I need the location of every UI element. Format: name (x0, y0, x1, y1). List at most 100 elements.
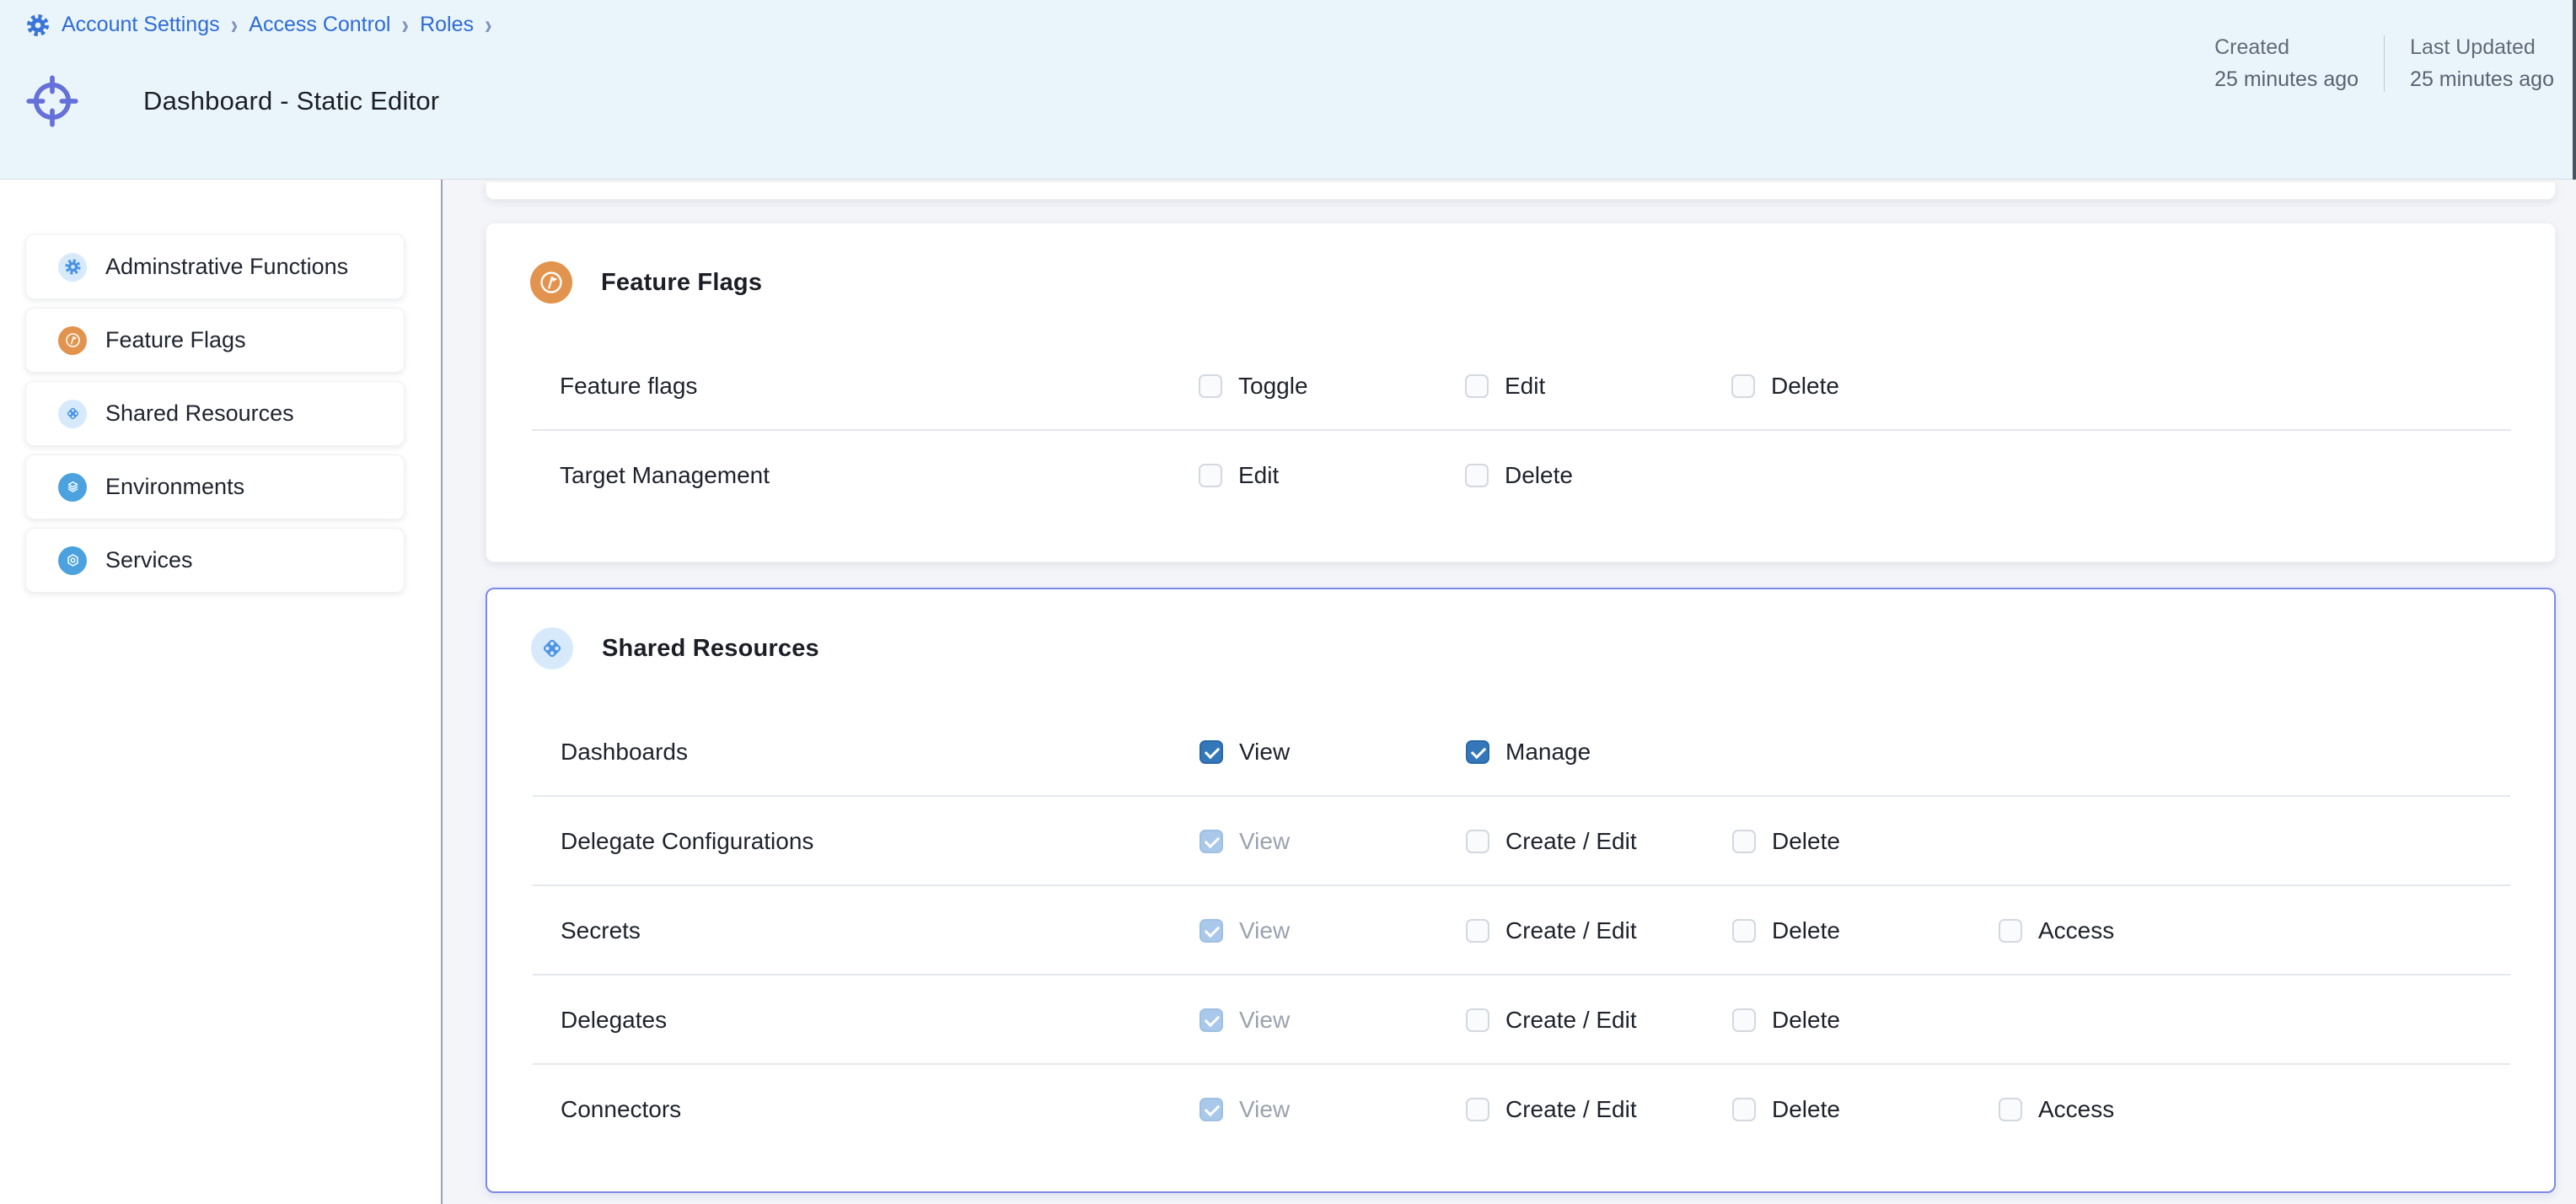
title-row: Dashboard - Static Editor (24, 67, 439, 135)
checkbox-delete[interactable] (1732, 919, 1756, 943)
scrollbar-thumb[interactable] (2573, 0, 2576, 180)
permission-options: Toggle Edit Delete (1199, 373, 1998, 400)
checkbox-label: Create / Edit (1505, 1096, 1637, 1123)
permission-view: View (1199, 917, 1466, 944)
sidebar-item-environments[interactable]: Environments (25, 454, 405, 519)
permission-row-connectors: Connectors View Create / Edit Delete Access (487, 1065, 2554, 1154)
checkbox-delete[interactable] (1732, 1098, 1756, 1121)
permission-view: View (1199, 828, 1466, 855)
sidebar-item-shared-resources[interactable]: Shared Resources (25, 381, 405, 446)
permission-access: Access (1999, 1096, 2265, 1123)
checkbox-label: Delete (1771, 373, 1839, 400)
permission-options: ViewCreate / EditDeleteAccess (1199, 917, 2265, 944)
shared-resources-icon (58, 400, 87, 428)
permission-options: Edit Delete (1199, 462, 1731, 489)
checkbox-edit[interactable] (1465, 374, 1489, 398)
sidebar-item-label: Adminstrative Functions (105, 254, 348, 280)
checkbox-create-edit[interactable] (1466, 1098, 1489, 1121)
permission-delete: Delete (1465, 462, 1731, 489)
breadcrumb-link-access-control[interactable]: Access Control (249, 13, 390, 37)
permission-edit: Edit (1465, 373, 1731, 400)
gear-icon (25, 13, 51, 38)
section-card-shared-resources: Shared Resources DashboardsViewManageDel… (486, 588, 2556, 1193)
permission-edit: Edit (1199, 462, 1465, 489)
section-header: Feature Flags (486, 223, 2555, 341)
checkbox-create-edit[interactable] (1466, 919, 1489, 943)
checkbox-manage[interactable] (1466, 740, 1489, 764)
page-title: Dashboard - Static Editor (143, 86, 439, 116)
permission-create-edit: Create / Edit (1466, 1007, 1732, 1034)
checkbox-label: Delete (1772, 1096, 1840, 1123)
chevron-right-icon: › (401, 8, 409, 41)
checkbox-label: Access (2038, 1096, 2114, 1123)
created-label: Created (2214, 35, 2359, 60)
checkbox-view (1199, 1098, 1223, 1121)
main-content: Feature Flags Feature flagsToggleEditDel… (443, 180, 2576, 1204)
checkbox-delete[interactable] (1465, 464, 1489, 487)
permission-row-secrets: SecretsViewCreate / EditDeleteAccess (487, 886, 2554, 976)
sidebar: Adminstrative Functions Feature Flags Shar… (0, 180, 443, 1204)
permission-view: View (1199, 1096, 1466, 1123)
checkbox-label: Delete (1772, 1007, 1840, 1034)
checkbox-delete[interactable] (1732, 1008, 1756, 1032)
checkbox-create-edit[interactable] (1466, 1008, 1489, 1032)
checkbox-view (1199, 919, 1223, 943)
breadcrumb-link-account-settings[interactable]: Account Settings (62, 13, 220, 37)
checkbox-access[interactable] (1999, 919, 2022, 943)
checkbox-label: View (1239, 739, 1290, 766)
checkbox-label: Create / Edit (1505, 917, 1637, 944)
sidebar-item-label: Shared Resources (105, 400, 294, 427)
permission-row-delegates: Delegates View Create / Edit Delete (487, 976, 2554, 1065)
crosshair-icon (24, 73, 81, 130)
checkbox-delete[interactable] (1732, 830, 1756, 853)
meta-divider (2384, 35, 2385, 92)
section-title: Shared Resources (602, 635, 819, 663)
permission-options: View Create / Edit Delete (1199, 1007, 1999, 1034)
flag-icon (530, 261, 572, 304)
permission-delete: Delete (1732, 828, 1999, 855)
sidebar-item-services[interactable]: Services (25, 528, 405, 593)
breadcrumb-link-roles[interactable]: Roles (420, 13, 474, 37)
permission-toggle: Toggle (1199, 373, 1465, 400)
checkbox-label: View (1239, 1007, 1290, 1034)
checkbox-view[interactable] (1199, 740, 1223, 764)
section-title: Feature Flags (601, 269, 762, 297)
created-value: 25 minutes ago (2214, 67, 2359, 92)
checkbox-view (1199, 830, 1223, 853)
sidebar-item-label: Services (105, 547, 193, 573)
permission-access: Access (1999, 917, 2265, 944)
checkbox-label: Edit (1505, 373, 1545, 400)
resource-label: Target Management (560, 462, 1199, 489)
checkbox-delete[interactable] (1731, 374, 1755, 398)
permission-row-feature-flags: Feature flagsToggleEditDelete (486, 341, 2555, 431)
resource-label: Secrets (561, 917, 1199, 944)
permission-options: View Create / Edit Delete Access (1199, 1096, 2265, 1123)
permission-row-target-management: Target Management Edit Delete (486, 431, 2555, 520)
resource-label: Delegates (561, 1007, 1199, 1034)
permission-view: View (1199, 1007, 1466, 1034)
resource-label: Connectors (561, 1096, 1199, 1123)
sidebar-item-adminstrative-functions[interactable]: Adminstrative Functions (25, 234, 405, 299)
checkbox-label: Toggle (1238, 373, 1308, 400)
chevron-right-icon: › (485, 8, 492, 41)
checkbox-label: Create / Edit (1505, 828, 1637, 855)
section-header: Shared Resources (487, 589, 2554, 707)
checkbox-access[interactable] (1999, 1098, 2022, 1121)
permission-delete: Delete (1731, 373, 1998, 400)
header: Account Settings › Access Control › Role… (0, 0, 2576, 180)
sidebar-item-feature-flags[interactable]: Feature Flags (25, 308, 405, 373)
resource-label: Delegate Configurations (561, 828, 1199, 855)
permission-create-edit: Create / Edit (1466, 828, 1732, 855)
gear-icon (58, 253, 87, 282)
sidebar-item-label: Feature Flags (105, 327, 246, 353)
chevron-right-icon: › (231, 8, 239, 41)
checkbox-label: Delete (1772, 828, 1840, 855)
checkbox-label: Edit (1238, 462, 1279, 489)
permission-options: ViewManage (1199, 739, 1732, 766)
checkbox-edit[interactable] (1199, 464, 1222, 487)
permission-create-edit: Create / Edit (1466, 917, 1732, 944)
checkbox-toggle[interactable] (1199, 374, 1222, 398)
checkbox-create-edit[interactable] (1466, 830, 1489, 853)
checkbox-label: View (1239, 1096, 1290, 1123)
checkbox-view (1199, 1008, 1223, 1032)
